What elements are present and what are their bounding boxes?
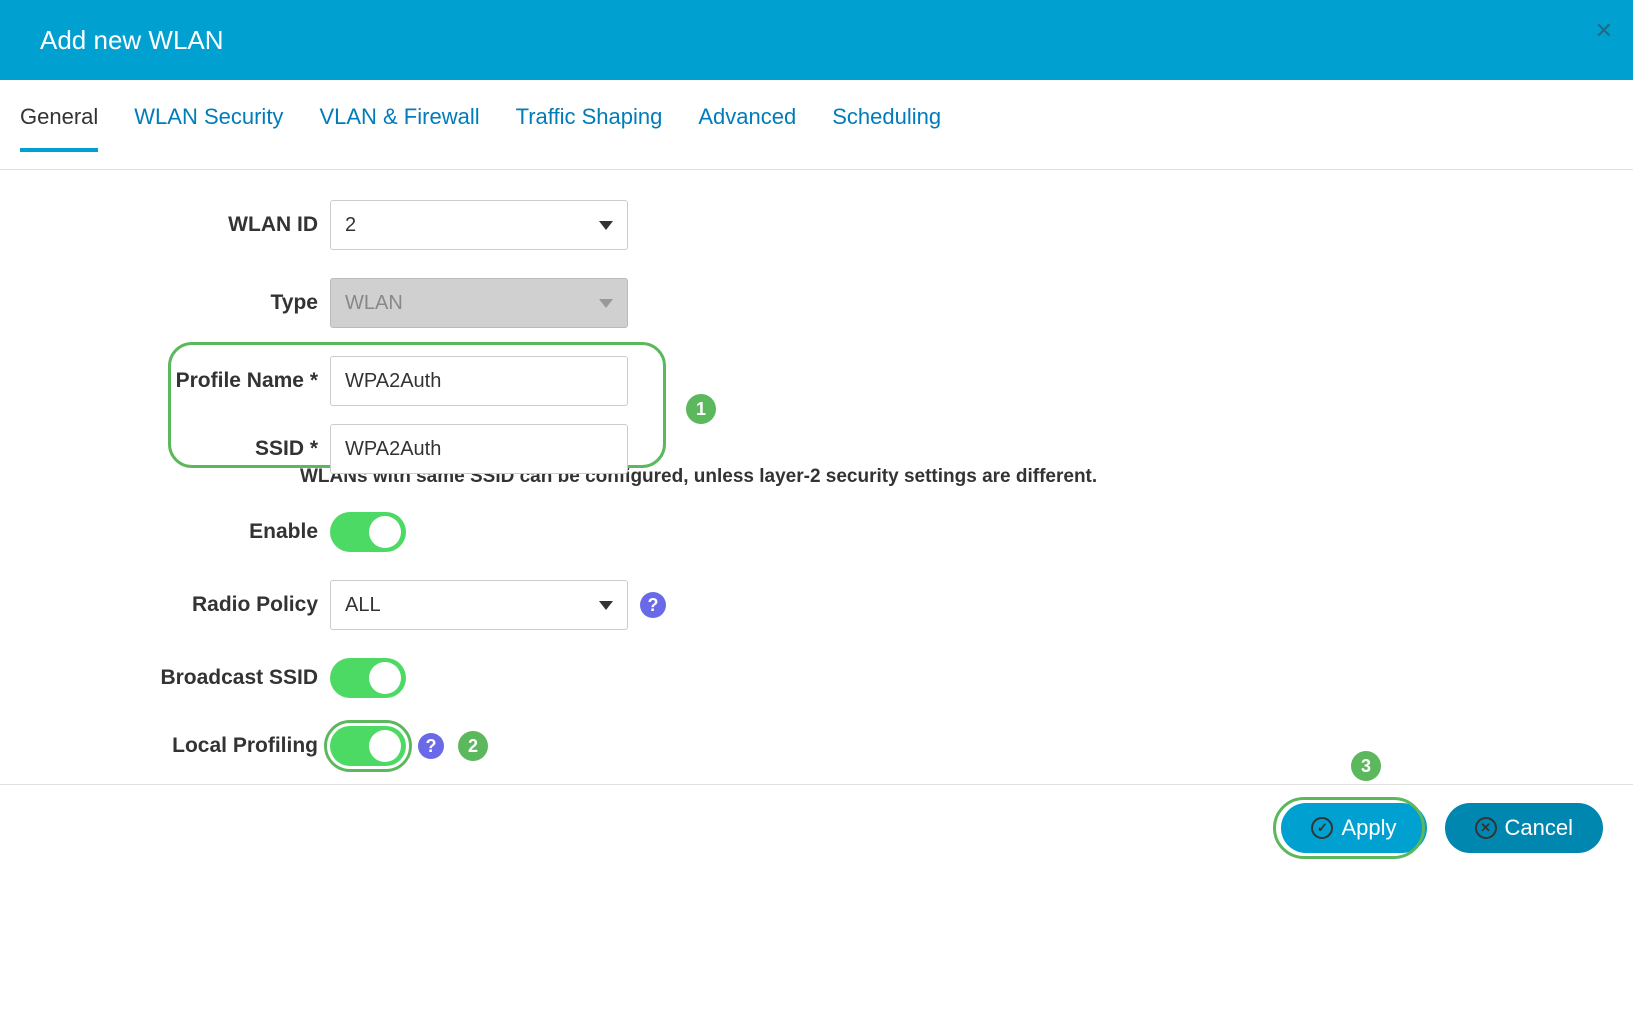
tab-traffic-shaping[interactable]: Traffic Shaping [516,104,663,148]
row-radio-policy: Radio Policy ALL ? [0,580,1633,630]
cancel-button-label: Cancel [1505,815,1573,841]
cancel-button[interactable]: ✕ Cancel [1445,803,1603,853]
row-broadcast-ssid: Broadcast SSID [0,658,1633,698]
select-type: WLAN [330,278,628,328]
tab-scheduling[interactable]: Scheduling [832,104,941,148]
tab-advanced[interactable]: Advanced [698,104,796,148]
chevron-down-icon [599,601,613,610]
label-enable: Enable [0,520,330,544]
toggle-knob [369,730,401,762]
annotation-badge-3: 3 [1351,751,1381,781]
label-broadcast-ssid: Broadcast SSID [0,666,330,690]
select-wlan-id[interactable]: 2 [330,200,628,250]
input-profile-name[interactable] [330,356,628,406]
label-ssid: SSID * [0,437,330,461]
footer: 3 ✓ Apply ✕ Cancel [0,784,1633,853]
toggle-enable[interactable] [330,512,406,552]
select-radio-policy-value: ALL [345,594,381,617]
tab-general[interactable]: General [20,104,98,152]
tab-bar: General WLAN Security VLAN & Firewall Tr… [0,80,1633,170]
modal-title: Add new WLAN [40,25,224,56]
help-icon[interactable]: ? [640,592,666,618]
select-type-value: WLAN [345,292,403,315]
annotation-badge-2: 2 [458,731,488,761]
toggle-knob [369,662,401,694]
row-type: Type WLAN [0,278,1633,328]
check-circle-icon: ✓ [1311,817,1333,839]
row-enable: Enable [0,512,1633,552]
row-wlan-id: WLAN ID 2 [0,200,1633,250]
toggle-knob [369,516,401,548]
input-ssid[interactable] [330,424,628,474]
cancel-circle-icon: ✕ [1475,817,1497,839]
select-wlan-id-value: 2 [345,214,356,237]
modal-header: Add new WLAN ✕ [0,0,1633,80]
apply-button-label: Apply [1341,815,1396,841]
row-profile-name: Profile Name * [0,356,1633,406]
label-local-profiling: Local Profiling [0,734,330,758]
chevron-down-icon [599,299,613,308]
row-ssid: SSID * [0,424,1633,474]
tab-wlan-security[interactable]: WLAN Security [134,104,283,148]
apply-button[interactable]: ✓ Apply [1281,803,1426,853]
label-wlan-id: WLAN ID [0,213,330,237]
chevron-down-icon [599,221,613,230]
label-profile-name: Profile Name * [0,369,330,393]
label-type: Type [0,291,330,315]
toggle-local-profiling[interactable] [330,726,406,766]
tab-vlan-firewall[interactable]: VLAN & Firewall [319,104,479,148]
form-area: WLAN ID 2 Type WLAN 1 Profile Name * SSI… [0,170,1633,766]
close-icon[interactable]: ✕ [1595,18,1613,44]
help-icon[interactable]: ? [418,733,444,759]
row-local-profiling: Local Profiling ? 2 [0,726,1633,766]
select-radio-policy[interactable]: ALL [330,580,628,630]
label-radio-policy: Radio Policy [0,593,330,617]
toggle-broadcast-ssid[interactable] [330,658,406,698]
